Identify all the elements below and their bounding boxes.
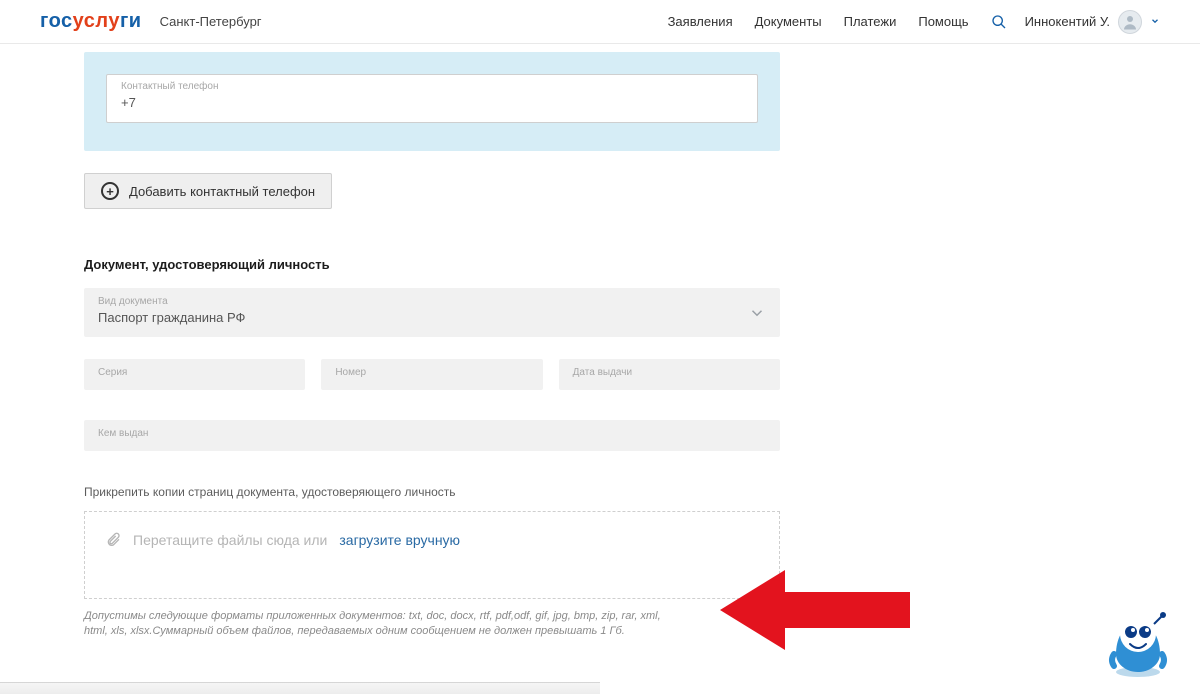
browser-bottom-bar	[0, 682, 600, 694]
user-menu[interactable]: Иннокентий У.	[1025, 10, 1160, 34]
nav-help[interactable]: Помощь	[918, 14, 968, 29]
phone-section: Контактный телефон +7	[84, 52, 780, 151]
series-label: Серия	[98, 367, 291, 378]
avatar-icon	[1118, 10, 1142, 34]
number-label: Номер	[335, 367, 528, 378]
issue-date-field[interactable]: Дата выдачи	[559, 359, 780, 390]
doc-type-label: Вид документа	[98, 296, 748, 307]
issued-by-field[interactable]: Кем выдан	[84, 420, 780, 451]
city-label[interactable]: Санкт-Петербург	[160, 14, 262, 29]
mascot-icon[interactable]	[1104, 602, 1172, 680]
logo-part1: гос	[40, 10, 73, 32]
issued-by-row: Кем выдан	[84, 420, 780, 451]
search-icon[interactable]	[991, 14, 1007, 30]
nav-documents[interactable]: Документы	[755, 14, 822, 29]
logo-part2: услу	[73, 10, 120, 32]
nav-applications[interactable]: Заявления	[668, 14, 733, 29]
dropzone-text: Перетащите файлы сюда или	[133, 532, 327, 548]
file-dropzone[interactable]: Перетащите файлы сюда или загрузите вруч…	[84, 511, 780, 599]
user-name: Иннокентий У.	[1025, 14, 1110, 29]
logo[interactable]: госуслуги	[40, 10, 142, 33]
form-content: Контактный телефон +7 + Добавить контакт…	[0, 52, 780, 640]
phone-field-value: +7	[121, 95, 136, 110]
attach-label: Прикрепить копии страниц документа, удос…	[84, 485, 780, 499]
issued-by-label: Кем выдан	[98, 428, 766, 439]
add-phone-label: Добавить контактный телефон	[129, 184, 315, 199]
paperclip-icon	[105, 532, 121, 548]
section-title: Документ, удостоверяющий личность	[84, 257, 780, 272]
add-phone-button[interactable]: + Добавить контактный телефон	[84, 173, 332, 209]
nav-payments[interactable]: Платежи	[844, 14, 897, 29]
formats-hint: Допустимы следующие форматы приложенных …	[84, 609, 684, 640]
logo-part3: ги	[120, 10, 142, 32]
plus-icon: +	[101, 182, 119, 200]
chevron-down-icon	[1150, 14, 1160, 29]
series-field[interactable]: Серия	[84, 359, 305, 390]
chevron-down-icon	[748, 304, 766, 327]
doc-type-select[interactable]: Вид документа Паспорт гражданина РФ	[84, 288, 780, 337]
main-nav: Заявления Документы Платежи Помощь	[668, 14, 1007, 30]
issue-date-label: Дата выдачи	[573, 367, 766, 378]
phone-field-label: Контактный телефон	[121, 81, 743, 92]
passport-row: Серия Номер Дата выдачи	[84, 359, 780, 390]
page-header: госуслуги Санкт-Петербург Заявления Доку…	[0, 0, 1200, 44]
upload-link[interactable]: загрузите вручную	[339, 532, 460, 548]
phone-field[interactable]: Контактный телефон +7	[106, 74, 758, 123]
doc-type-value: Паспорт гражданина РФ	[98, 310, 245, 325]
number-field[interactable]: Номер	[321, 359, 542, 390]
